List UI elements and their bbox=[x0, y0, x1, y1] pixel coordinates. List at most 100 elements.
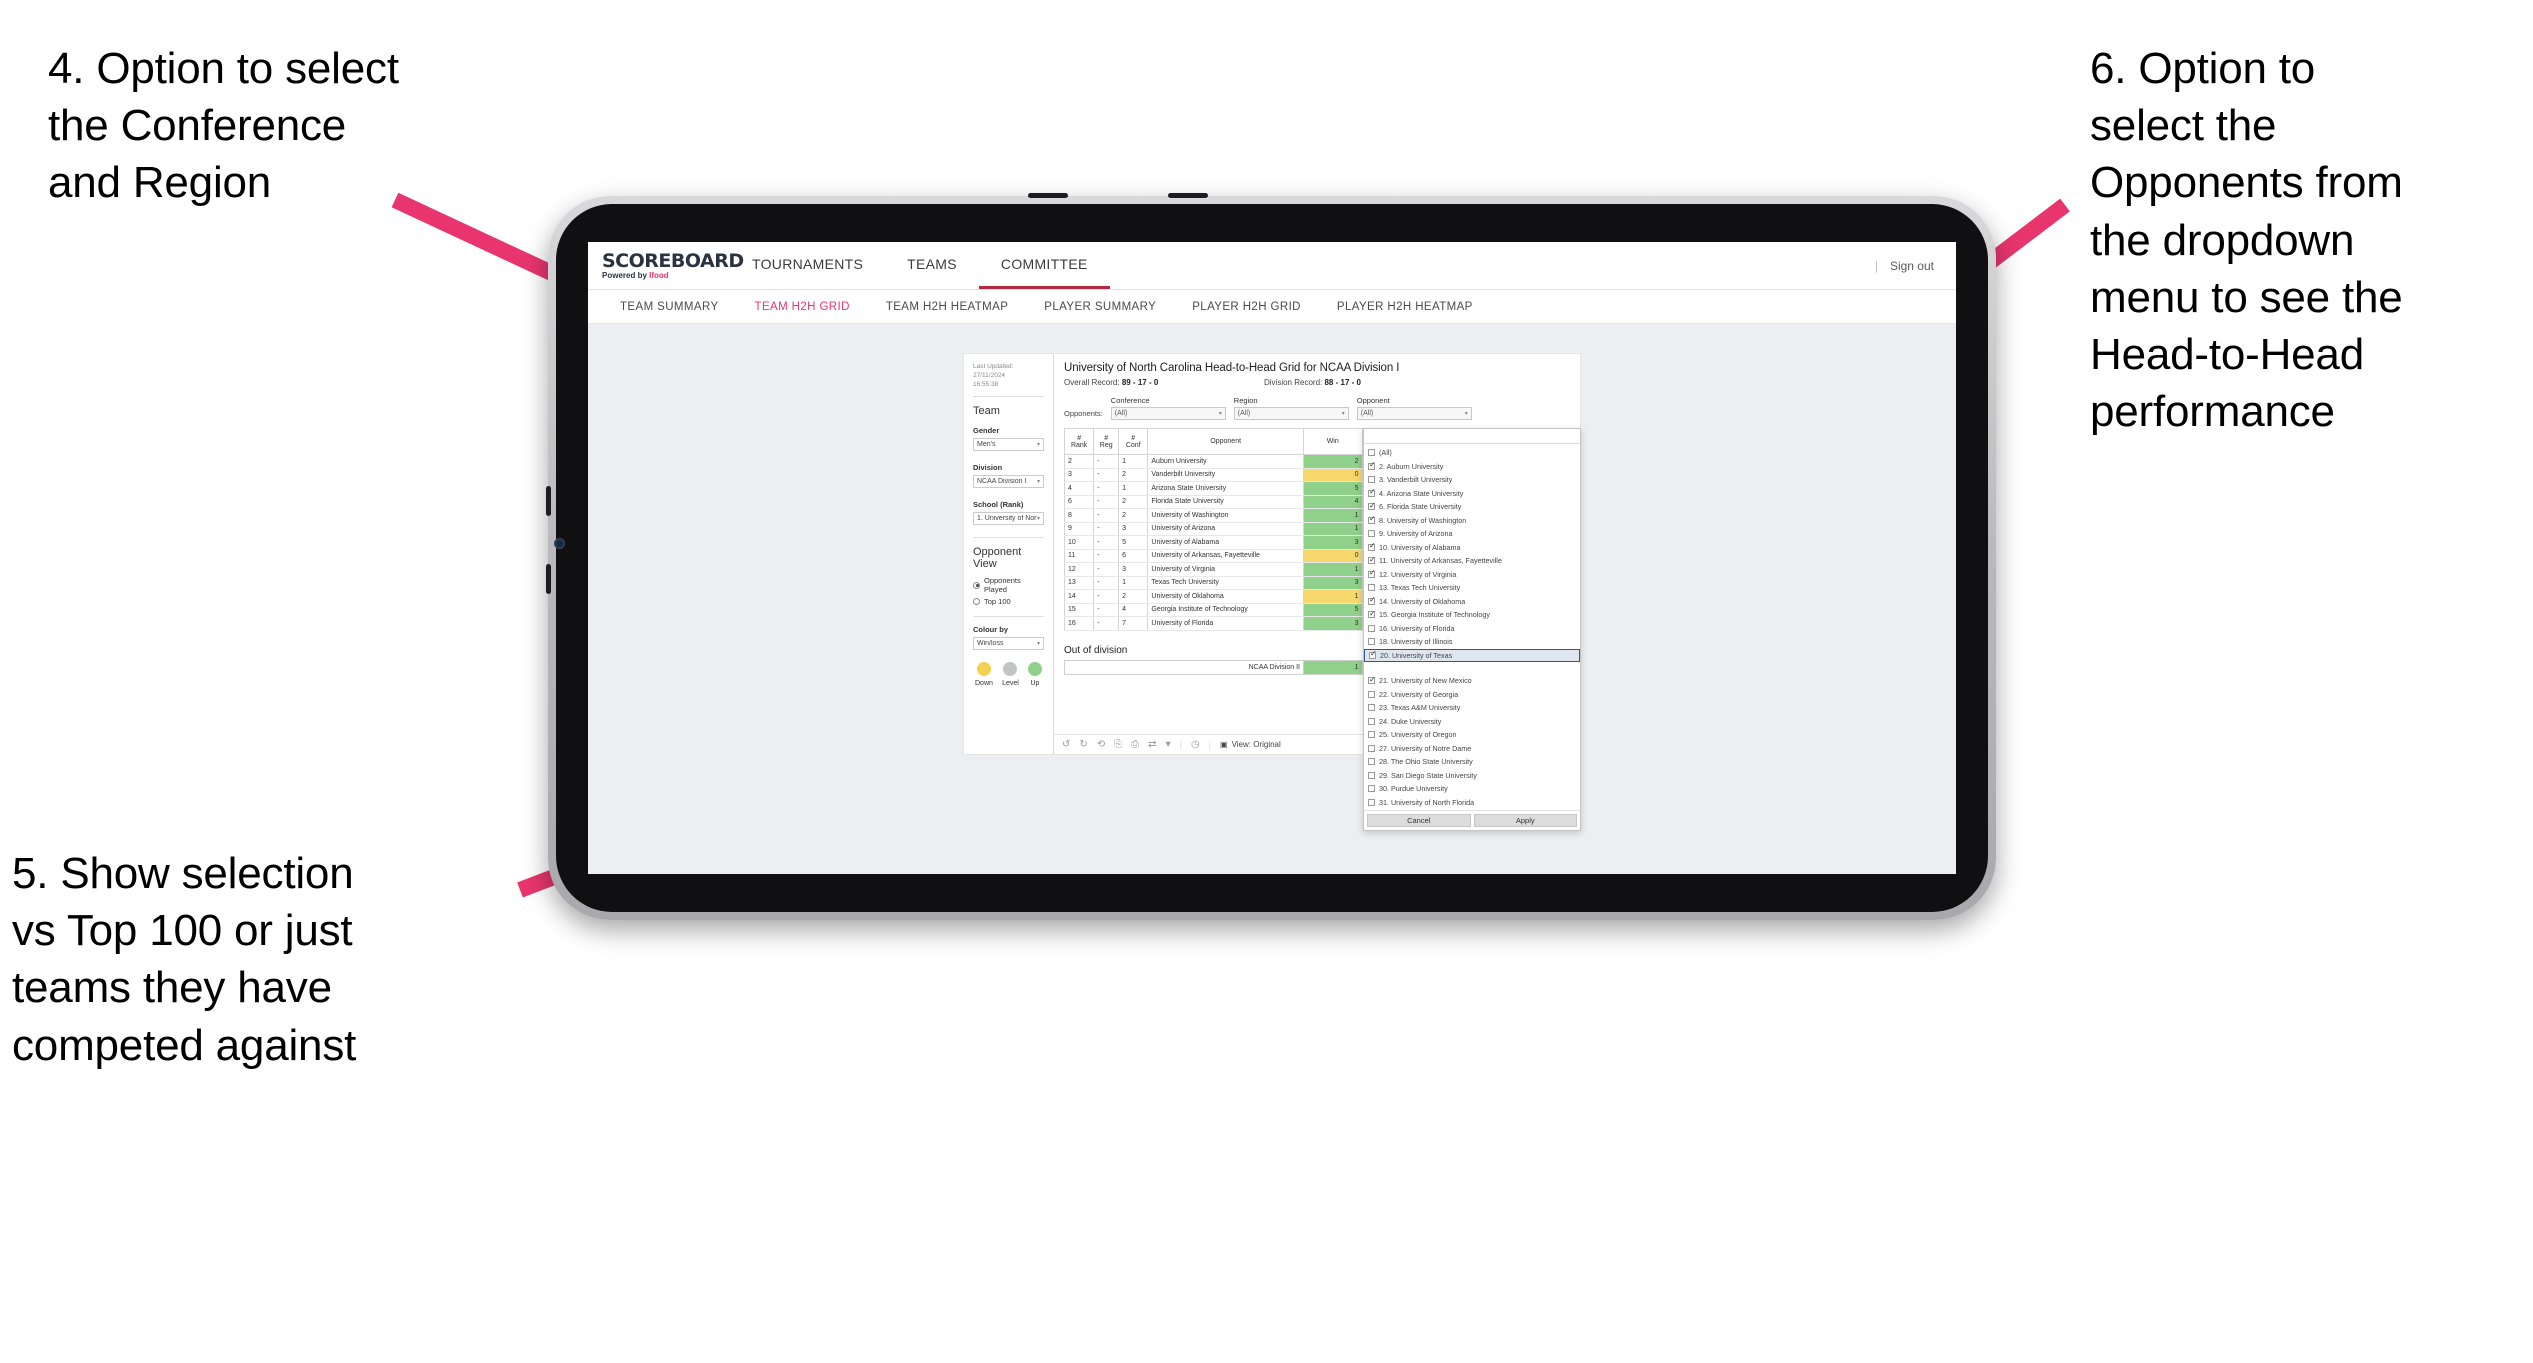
checkbox-checked-icon[interactable] bbox=[1368, 514, 1376, 524]
opponent-dropdown-item[interactable]: 13. Texas Tech University bbox=[1364, 581, 1580, 595]
col-reg[interactable]: # Reg bbox=[1093, 428, 1120, 455]
opponent-dropdown-item[interactable]: 10. University of Alabama bbox=[1364, 541, 1580, 555]
revert-icon[interactable]: ⟲ bbox=[1097, 739, 1105, 750]
opponent-dropdown-item[interactable]: 4. Arizona State University bbox=[1364, 487, 1580, 501]
pause-icon[interactable]: ⎙ bbox=[1131, 739, 1139, 750]
redo-icon[interactable]: ↻ bbox=[1079, 739, 1087, 750]
gender-select[interactable]: Men's ▾ bbox=[973, 438, 1044, 451]
checkbox-unchecked-icon[interactable] bbox=[1368, 798, 1375, 806]
nav-item-tournaments[interactable]: TOURNAMENTS bbox=[730, 242, 885, 289]
checkbox-checked-icon[interactable] bbox=[1369, 649, 1377, 659]
opponent-dropdown-item[interactable]: 2. Auburn University bbox=[1364, 460, 1580, 474]
checkbox-unchecked-icon[interactable] bbox=[1368, 785, 1375, 793]
undo-icon[interactable]: ↺ bbox=[1062, 739, 1070, 750]
cell-opponent: Georgia Institute of Technology bbox=[1147, 603, 1304, 617]
nav-item-committee[interactable]: COMMITTEE bbox=[978, 242, 1110, 289]
opponent-dropdown-item[interactable]: 25. University of Oregon bbox=[1364, 728, 1580, 742]
col-win[interactable]: Win bbox=[1302, 428, 1363, 455]
opponent-dropdown-item[interactable]: 16. University of Florida bbox=[1364, 622, 1580, 636]
radio-opponents-played[interactable]: Opponents Played bbox=[973, 576, 1044, 594]
colour-by-select[interactable]: Win/loss ▾ bbox=[973, 637, 1044, 650]
subnav-player-h2h-grid[interactable]: PLAYER H2H GRID bbox=[1174, 301, 1319, 313]
annotation-note-4: 4. Option to select the Conference and R… bbox=[48, 44, 399, 208]
opponent-dropdown-item[interactable]: 3. Vanderbilt University bbox=[1364, 473, 1580, 487]
opponent-dropdown-item[interactable]: 30. Purdue University bbox=[1364, 782, 1580, 796]
checkbox-unchecked-icon[interactable] bbox=[1368, 717, 1375, 725]
opponent-dropdown-search[interactable] bbox=[1364, 429, 1580, 444]
cell-conf: 3 bbox=[1118, 522, 1149, 536]
subnav-team-h2h-grid[interactable]: TEAM H2H GRID bbox=[737, 301, 868, 313]
opponent-dropdown-item[interactable]: 29. San Diego State University bbox=[1364, 769, 1580, 783]
app-logo[interactable]: SCOREBOARD Powered by Ifood bbox=[602, 251, 744, 281]
checkbox-checked-icon[interactable] bbox=[1368, 568, 1376, 578]
opponent-dropdown-item[interactable]: 20. University of Texas bbox=[1364, 648, 1580, 662]
region-filter-select[interactable]: (All) ▾ bbox=[1233, 407, 1349, 420]
opponent-dropdown-item[interactable]: 11. University of Arkansas, Fayetteville bbox=[1364, 554, 1580, 568]
opponent-dropdown-item[interactable]: 27. University of Notre Dame bbox=[1364, 742, 1580, 756]
opponent-dropdown-item[interactable]: 31. University of North Florida bbox=[1364, 796, 1580, 810]
opponent-dropdown-item[interactable]: 15. Georgia Institute of Technology bbox=[1364, 608, 1580, 622]
checkbox-unchecked-icon[interactable] bbox=[1368, 771, 1375, 779]
opponent-dropdown-item[interactable]: 24. Duke University bbox=[1364, 715, 1580, 729]
apply-button[interactable]: Apply bbox=[1473, 814, 1577, 827]
subnav-player-h2h-heatmap[interactable]: PLAYER H2H HEATMAP bbox=[1319, 301, 1491, 313]
col-opponent[interactable]: Opponent bbox=[1147, 428, 1304, 455]
opponent-dropdown-item[interactable]: 22. University of Georgia bbox=[1364, 688, 1580, 702]
checkbox-checked-icon[interactable] bbox=[1368, 501, 1376, 511]
share-icon[interactable]: ⇄ bbox=[1148, 739, 1156, 750]
checkbox-unchecked-icon[interactable] bbox=[1368, 690, 1375, 698]
tablet-volume-button[interactable] bbox=[546, 564, 551, 594]
checkbox-unchecked-icon[interactable] bbox=[1368, 476, 1375, 484]
checkbox-checked-icon[interactable] bbox=[1368, 555, 1376, 565]
legend-label-down: Down bbox=[975, 680, 993, 687]
sign-out-link[interactable]: Sign out bbox=[1890, 259, 1934, 273]
opponent-filter: Opponent (All) ▾ bbox=[1356, 396, 1472, 420]
checkbox-unchecked-icon[interactable] bbox=[1368, 638, 1375, 646]
checkbox-unchecked-icon[interactable] bbox=[1368, 449, 1375, 457]
refresh-icon[interactable]: ⎘ bbox=[1114, 739, 1122, 750]
chevron-down-icon[interactable]: ▾ bbox=[1166, 739, 1171, 750]
opponent-dropdown-item[interactable]: 14. University of Oklahoma bbox=[1364, 595, 1580, 609]
opponent-dropdown-item[interactable]: 21. University of New Mexico bbox=[1364, 674, 1580, 688]
conference-filter-select[interactable]: (All) ▾ bbox=[1110, 407, 1226, 420]
opponent-dropdown-item[interactable]: (All) bbox=[1364, 446, 1580, 460]
checkbox-unchecked-icon[interactable] bbox=[1368, 530, 1375, 538]
opponent-filter-select[interactable]: (All) ▾ bbox=[1356, 407, 1472, 420]
nav-item-teams[interactable]: TEAMS bbox=[885, 242, 979, 289]
opponent-dropdown-item[interactable]: 9. University of Arizona bbox=[1364, 527, 1580, 541]
checkbox-checked-icon[interactable] bbox=[1368, 487, 1376, 497]
division-select[interactable]: NCAA Division I ▾ bbox=[973, 475, 1044, 488]
tablet-top-button[interactable] bbox=[1028, 193, 1068, 198]
checkbox-checked-icon[interactable] bbox=[1368, 541, 1376, 551]
history-icon[interactable]: ◷ bbox=[1191, 739, 1200, 750]
checkbox-unchecked-icon[interactable] bbox=[1368, 584, 1375, 592]
checkbox-unchecked-icon[interactable] bbox=[1368, 758, 1375, 766]
opponent-dropdown-item-label: 2. Auburn University bbox=[1379, 461, 1444, 471]
tablet-top-button-2[interactable] bbox=[1168, 193, 1208, 198]
subnav-team-h2h-heatmap[interactable]: TEAM H2H HEATMAP bbox=[868, 301, 1026, 313]
opponent-dropdown-item[interactable]: 28. The Ohio State University bbox=[1364, 755, 1580, 769]
checkbox-unchecked-icon[interactable] bbox=[1368, 704, 1375, 712]
opponent-dropdown-item[interactable]: 18. University of Illinois bbox=[1364, 635, 1580, 649]
opponent-dropdown-item[interactable]: 23. Texas A&M University bbox=[1364, 701, 1580, 715]
school-select[interactable]: 1. University of Nort... ▾ bbox=[973, 512, 1044, 525]
checkbox-unchecked-icon[interactable] bbox=[1368, 744, 1375, 752]
opponent-dropdown-item[interactable]: 12. University of Virginia bbox=[1364, 568, 1580, 582]
tablet-power-button[interactable] bbox=[546, 486, 551, 516]
checkbox-checked-icon[interactable] bbox=[1368, 609, 1376, 619]
subnav-team-summary[interactable]: TEAM SUMMARY bbox=[602, 301, 737, 313]
checkbox-unchecked-icon[interactable] bbox=[1368, 624, 1375, 632]
checkbox-checked-icon[interactable] bbox=[1368, 675, 1376, 685]
cancel-button[interactable]: Cancel bbox=[1367, 814, 1471, 827]
col-conf[interactable]: # Conf bbox=[1118, 428, 1149, 455]
checkbox-unchecked-icon[interactable] bbox=[1368, 731, 1375, 739]
radio-top-100[interactable]: Top 100 bbox=[973, 597, 1044, 606]
cell-win: 3 bbox=[1302, 576, 1363, 590]
col-rank[interactable]: # Rank bbox=[1063, 428, 1095, 455]
subnav-player-summary[interactable]: PLAYER SUMMARY bbox=[1026, 301, 1174, 313]
checkbox-checked-icon[interactable] bbox=[1368, 595, 1376, 605]
view-original-button[interactable]: ▣ View: Original bbox=[1220, 740, 1281, 749]
checkbox-checked-icon[interactable] bbox=[1368, 460, 1376, 470]
opponent-dropdown-item[interactable]: 8. University of Washington bbox=[1364, 514, 1580, 528]
opponent-dropdown-item[interactable]: 6. Florida State University bbox=[1364, 500, 1580, 514]
